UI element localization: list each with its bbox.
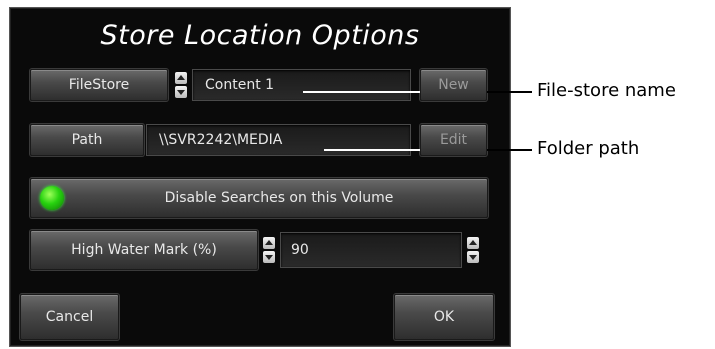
dialog-title: Store Location Options	[100, 20, 420, 51]
new-button-label: New	[438, 77, 469, 93]
spinner-down-icon[interactable]	[263, 251, 275, 263]
high-water-mark-field[interactable]: 90	[280, 232, 462, 268]
spinner-up-icon[interactable]	[467, 237, 479, 249]
filestore-callout-line-inner	[303, 91, 420, 93]
disable-searches-label: Disable Searches on this Volume	[164, 190, 394, 206]
filestore-name-value: Content 1	[205, 77, 275, 93]
filestore-spinner[interactable]	[174, 69, 188, 101]
spinner-down-icon[interactable]	[467, 251, 479, 263]
edit-button[interactable]: Edit	[420, 124, 487, 156]
spinner-down-icon[interactable]	[175, 86, 187, 98]
path-button-label: Path	[71, 132, 103, 148]
cancel-button-label: Cancel	[45, 309, 94, 325]
folder-path-field[interactable]: \\SVR2242\MEDIA	[146, 124, 411, 156]
folder-path-callout: Folder path	[537, 138, 640, 159]
edit-button-label: Edit	[439, 132, 468, 148]
cancel-button[interactable]: Cancel	[20, 294, 119, 340]
ok-button-label: OK	[433, 309, 455, 325]
new-button[interactable]: New	[420, 69, 487, 101]
path-callout-line-inner	[324, 149, 420, 151]
high-water-mark-value: 90	[291, 242, 309, 258]
high-water-mark-button[interactable]: High Water Mark (%)	[30, 230, 258, 270]
path-button[interactable]: Path	[30, 124, 144, 156]
filestore-button-label: FileStore	[68, 77, 130, 93]
path-callout-line	[487, 149, 532, 151]
spinner-up-icon[interactable]	[175, 72, 187, 84]
filestore-callout-line	[487, 91, 532, 93]
high-water-mark-label: High Water Mark (%)	[71, 242, 217, 258]
ok-button[interactable]: OK	[394, 294, 494, 340]
spinner-up-icon[interactable]	[263, 237, 275, 249]
status-indicator-icon	[40, 186, 64, 210]
disable-searches-toggle[interactable]: Disable Searches on this Volume	[30, 178, 488, 218]
high-water-mark-spinner-left[interactable]	[262, 234, 276, 266]
filestore-name-field[interactable]: Content 1	[192, 69, 411, 101]
filestore-button[interactable]: FileStore	[30, 69, 168, 101]
folder-path-value: \\SVR2242\MEDIA	[159, 132, 283, 148]
filestore-name-callout: File-store name	[537, 80, 676, 101]
high-water-mark-spinner-right[interactable]	[466, 234, 480, 266]
